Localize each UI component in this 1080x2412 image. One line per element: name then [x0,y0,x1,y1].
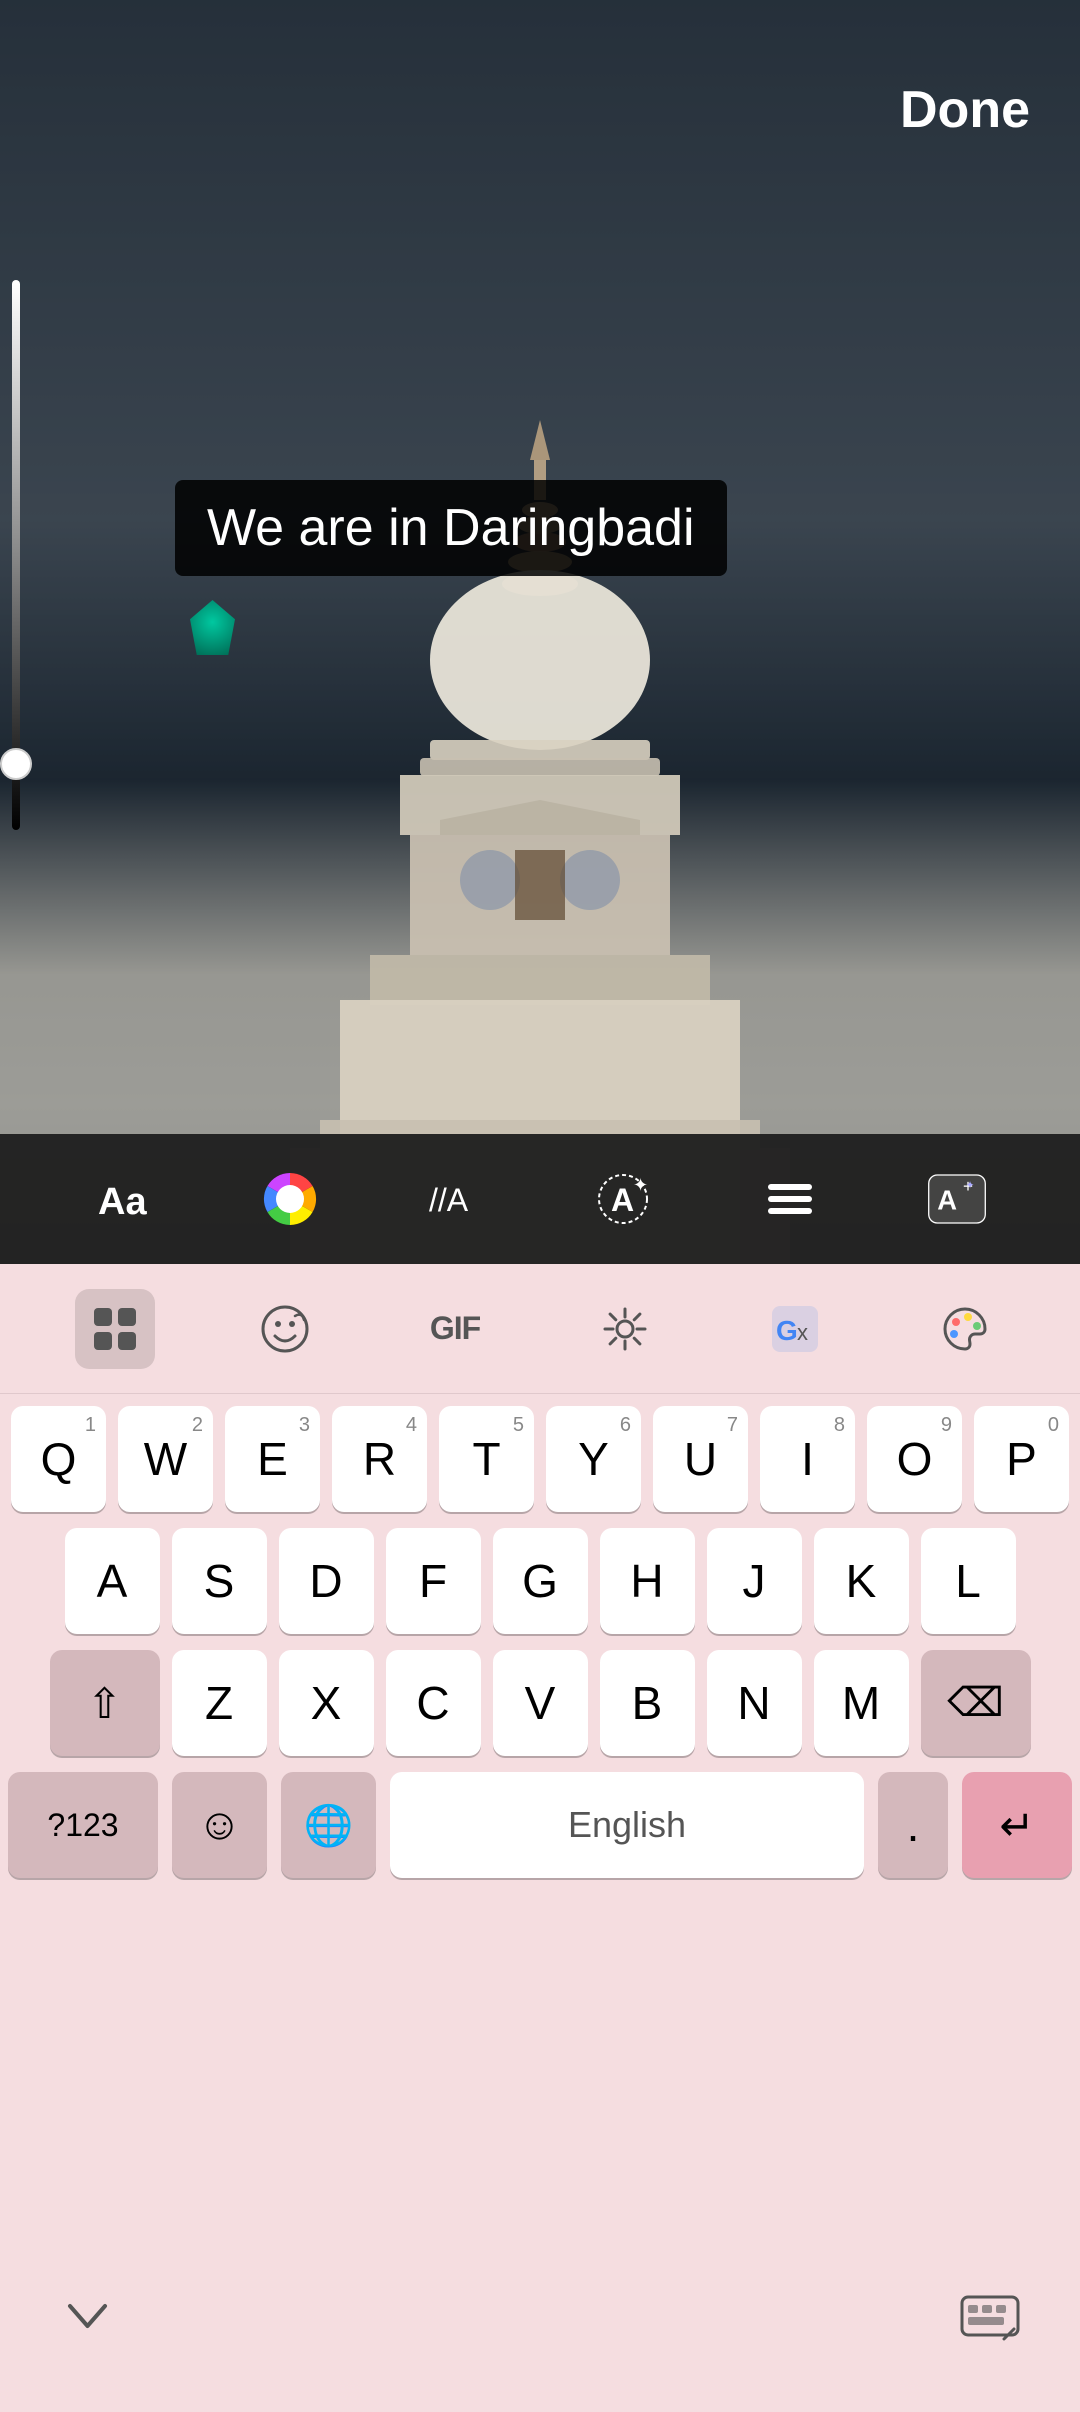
space-key[interactable]: English [390,1772,864,1878]
key-m[interactable]: M [814,1650,909,1756]
key-y[interactable]: Y6 [546,1406,641,1512]
key-j[interactable]: J [707,1528,802,1634]
key-s[interactable]: S [172,1528,267,1634]
style-button[interactable]: //A [427,1169,487,1229]
svg-text:x: x [797,1320,808,1345]
hide-keyboard-button[interactable] [60,2291,115,2353]
key-d[interactable]: D [279,1528,374,1634]
svg-text://A: //A [429,1182,469,1218]
key-l[interactable]: L [921,1528,1016,1634]
key-v[interactable]: V [493,1650,588,1756]
key-k[interactable]: K [814,1528,909,1634]
emoji-key[interactable]: ☺ [172,1772,267,1878]
color-wheel-button[interactable] [260,1169,320,1229]
svg-text:✦: ✦ [965,1181,974,1192]
ai-text-button[interactable]: A + ✦ [927,1169,987,1229]
align-button[interactable] [760,1169,820,1229]
key-u[interactable]: U7 [653,1406,748,1512]
key-q[interactable]: Q1 [11,1406,106,1512]
key-x[interactable]: X [279,1650,374,1756]
key-a[interactable]: A [65,1528,160,1634]
translate-button[interactable]: G x [755,1289,835,1369]
photo-background: Done We are in Daringbadi [0,0,1080,1300]
key-t[interactable]: T5 [439,1406,534,1512]
key-r[interactable]: R4 [332,1406,427,1512]
svg-text:G: G [776,1315,798,1346]
keys-area: Q1 W2 E3 R4 T5 Y6 U7 I8 O9 P0 A S D F G … [0,1394,1080,1878]
svg-text:A: A [937,1184,957,1215]
text-overlay[interactable]: We are in Daringbadi [175,480,727,576]
font-button[interactable]: Aa [93,1169,153,1229]
keyboard-type-button[interactable] [960,2291,1020,2353]
numbers-key[interactable]: ?123 [8,1772,158,1878]
key-z[interactable]: Z [172,1650,267,1756]
apps-button[interactable] [75,1289,155,1369]
sticker-button[interactable] [245,1289,325,1369]
color-slider-handle[interactable] [0,748,32,780]
svg-text:✦: ✦ [633,1175,648,1195]
keyboard-row-4: ?123 ☺ 🌐 English . ↵ [8,1772,1072,1878]
key-e[interactable]: E3 [225,1406,320,1512]
text-toolbar: Aa //A A ✦ [0,1134,1080,1264]
backspace-key[interactable]: ⌫ [921,1650,1031,1756]
key-g[interactable]: G [493,1528,588,1634]
keyboard-row-3: ⇧ Z X C V B N M ⌫ [8,1650,1072,1756]
key-i[interactable]: I8 [760,1406,855,1512]
svg-text:Aa: Aa [98,1181,147,1223]
theme-button[interactable] [925,1289,1005,1369]
keyboard-area: GIF G x [0,1264,1080,2412]
bottom-bar [0,2282,1080,2362]
gif-button[interactable]: GIF [415,1289,495,1369]
text-bg-button[interactable]: A ✦ [593,1169,653,1229]
key-b[interactable]: B [600,1650,695,1756]
key-o[interactable]: O9 [867,1406,962,1512]
globe-key[interactable]: 🌐 [281,1772,376,1878]
keyboard-row-1: Q1 W2 E3 R4 T5 Y6 U7 I8 O9 P0 [8,1406,1072,1512]
settings-button[interactable] [585,1289,665,1369]
emoji-tool-row: GIF G x [0,1264,1080,1394]
key-f[interactable]: F [386,1528,481,1634]
shift-key[interactable]: ⇧ [50,1650,160,1756]
svg-text:A: A [611,1182,634,1218]
enter-key[interactable]: ↵ [962,1772,1072,1878]
key-w[interactable]: W2 [118,1406,213,1512]
keyboard-row-2: A S D F G H J K L [8,1528,1072,1634]
key-n[interactable]: N [707,1650,802,1756]
key-h[interactable]: H [600,1528,695,1634]
color-slider[interactable] [12,280,20,830]
period-key[interactable]: . [878,1772,948,1878]
key-c[interactable]: C [386,1650,481,1756]
done-button[interactable]: Done [900,80,1030,140]
key-p[interactable]: P0 [974,1406,1069,1512]
